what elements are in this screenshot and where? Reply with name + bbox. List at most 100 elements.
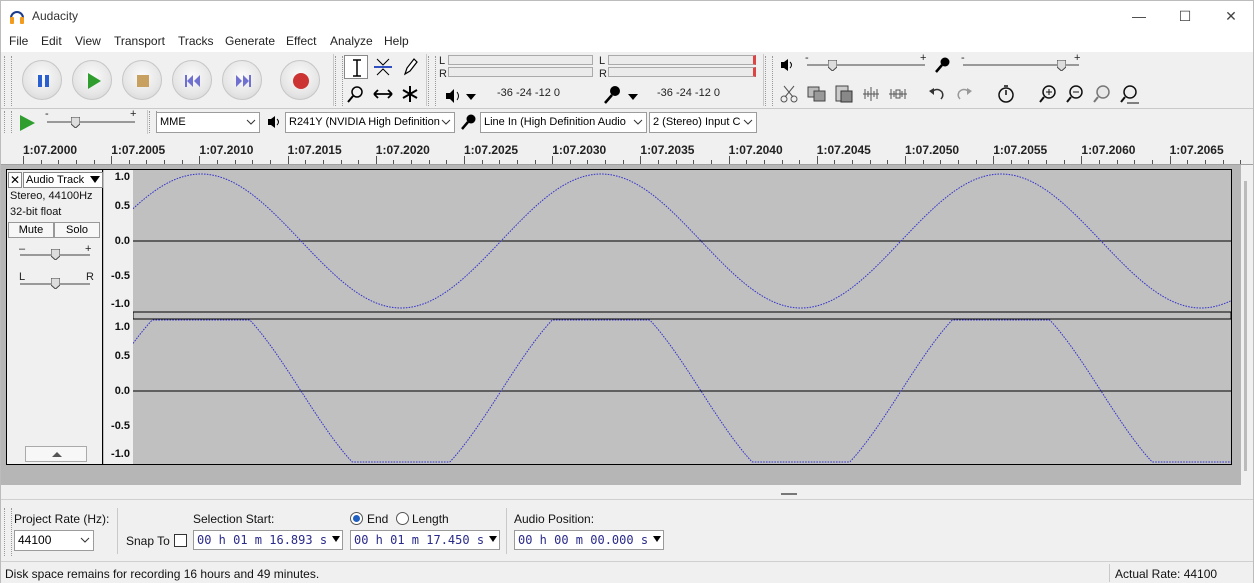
project-rate-select[interactable]: 44100: [14, 530, 94, 551]
menu-view[interactable]: View: [75, 34, 101, 48]
toolbar-grip[interactable]: [428, 56, 436, 106]
toolbar-grip[interactable]: [765, 56, 773, 106]
ruler-tick: [940, 160, 942, 164]
vertical-scrollbar[interactable]: [1241, 165, 1253, 485]
zoom-out-button[interactable]: [1063, 82, 1087, 106]
ruler-tick: [869, 160, 871, 164]
skip-to-end-button[interactable]: [222, 60, 262, 100]
waveform-display[interactable]: [133, 170, 1231, 464]
microphone-menu-icon[interactable]: [601, 84, 646, 106]
track-name-menu[interactable]: Audio Track: [23, 172, 103, 188]
toolbar-grip[interactable]: [4, 56, 12, 106]
playback-volume-slider[interactable]: [807, 64, 925, 66]
fit-project-button[interactable]: [1117, 82, 1141, 106]
selection-start-time[interactable]: 00 h 01 m 16.893 s: [193, 530, 343, 550]
menu-file[interactable]: File: [9, 34, 28, 48]
sync-lock-button[interactable]: [994, 82, 1018, 106]
pause-button[interactable]: [22, 60, 62, 100]
menu-transport[interactable]: Transport: [114, 34, 165, 48]
ruler-tick: [305, 160, 307, 164]
vertical-scroll-thumb[interactable]: [1244, 181, 1247, 471]
draw-tool[interactable]: [398, 55, 422, 79]
scale-label-half-ch2: 0.5: [114, 350, 130, 362]
resize-grip-icon[interactable]: [781, 493, 797, 495]
minimize-button[interactable]: —: [1116, 1, 1162, 32]
skip-to-start-button[interactable]: [172, 60, 212, 100]
toolbar-grip[interactable]: [4, 508, 12, 556]
menu-analyze[interactable]: Analyze: [330, 34, 373, 48]
play-speed-slider[interactable]: [47, 121, 135, 123]
solo-button[interactable]: Solo: [54, 222, 100, 238]
redo-button[interactable]: [952, 82, 976, 106]
length-radio[interactable]: [396, 512, 409, 525]
record-meter-right-bar[interactable]: [608, 67, 756, 77]
play-button[interactable]: [72, 60, 112, 100]
menu-tracks[interactable]: Tracks: [178, 34, 214, 48]
copy-button[interactable]: [805, 82, 829, 106]
maximize-button[interactable]: ☐: [1162, 1, 1208, 32]
multi-tool[interactable]: [398, 82, 422, 106]
toolbar-grip[interactable]: [335, 56, 343, 106]
menu-edit[interactable]: Edit: [41, 34, 62, 48]
ruler-tick: [269, 160, 271, 164]
zoom-tool[interactable]: [344, 82, 368, 106]
fit-selection-button[interactable]: [1090, 82, 1114, 106]
triangle-up-icon: [52, 452, 62, 457]
timeline-ruler[interactable]: 1:07.2000 1:07.2005 1:07.2010 1:07.2015 1:07…: [1, 137, 1253, 165]
record-volume-thumb[interactable]: [1057, 60, 1066, 71]
playback-meter-right-bar[interactable]: [448, 67, 593, 77]
audio-host-select[interactable]: MME: [156, 112, 260, 133]
record-meter-left-bar[interactable]: [608, 55, 756, 65]
magnifier-icon: [347, 86, 363, 103]
input-device-select[interactable]: Line In (High Definition Audio: [480, 112, 647, 133]
zoom-in-button[interactable]: [1036, 82, 1060, 106]
audio-host-value: MME: [160, 116, 186, 128]
close-button[interactable]: ✕: [1208, 1, 1254, 32]
play-speed-thumb[interactable]: [71, 117, 80, 128]
tracks-area[interactable]: ✕ Audio Track Stereo, 44100Hz 32-bit flo…: [1, 165, 1241, 485]
gain-slider-thumb[interactable]: [51, 249, 60, 260]
output-device-select[interactable]: R241Y (NVIDIA High Definition: [285, 112, 455, 133]
envelope-tool[interactable]: [371, 55, 395, 79]
play-at-speed-icon[interactable]: [16, 112, 38, 134]
selection-tool[interactable]: [344, 55, 368, 79]
end-radio[interactable]: [350, 512, 363, 525]
pan-slider-thumb[interactable]: [51, 278, 60, 289]
playback-volume-thumb[interactable]: [828, 60, 837, 71]
menu-help[interactable]: Help: [384, 34, 409, 48]
input-channels-select[interactable]: 2 (Stereo) Input C: [649, 112, 757, 133]
ruler-tick: [1099, 160, 1101, 164]
selection-end-time[interactable]: 00 h 01 m 17.450 s: [350, 530, 500, 550]
playback-meter-left-bar[interactable]: [448, 55, 593, 65]
scale-label-bottom-ch1: -1.0: [111, 298, 130, 310]
record-button[interactable]: [280, 60, 320, 100]
stop-button[interactable]: [122, 60, 162, 100]
vertical-ruler[interactable]: 1.0 0.5 0.0 -0.5 -1.0 1.0 0.5 0.0 -0.5 -…: [104, 170, 133, 464]
audio-position-time[interactable]: 00 h 00 m 00.000 s: [514, 530, 664, 550]
record-volume-max: +: [1074, 52, 1081, 64]
undo-button[interactable]: [925, 82, 949, 106]
toolbar-grip[interactable]: [4, 111, 12, 133]
audio-track[interactable]: ✕ Audio Track Stereo, 44100Hz 32-bit flo…: [6, 169, 1232, 465]
cut-button[interactable]: [777, 82, 801, 106]
ruler-tick: [1151, 160, 1153, 164]
paste-button[interactable]: [832, 82, 856, 106]
trim-button[interactable]: [859, 82, 883, 106]
track-close-button[interactable]: ✕: [8, 172, 22, 188]
time-shift-tool[interactable]: [371, 82, 395, 106]
track-collapse-button[interactable]: [25, 446, 87, 462]
menu-bar: File Edit View Transport Tracks Generate…: [1, 32, 1253, 52]
menu-generate[interactable]: Generate: [225, 34, 275, 48]
pause-icon: [38, 75, 49, 87]
speaker-menu-icon[interactable]: [444, 86, 484, 106]
chevron-down-icon: [633, 119, 643, 125]
ruler-tick: [199, 156, 201, 164]
ruler-tick: [640, 156, 642, 164]
mute-button[interactable]: Mute: [8, 222, 54, 238]
silence-button[interactable]: [886, 82, 910, 106]
ruler-tick: [1222, 160, 1224, 164]
snap-to-checkbox[interactable]: [174, 534, 187, 547]
horizontal-scrollbar[interactable]: [1, 485, 1253, 499]
play-icon: [88, 73, 101, 89]
menu-effect[interactable]: Effect: [286, 34, 316, 48]
